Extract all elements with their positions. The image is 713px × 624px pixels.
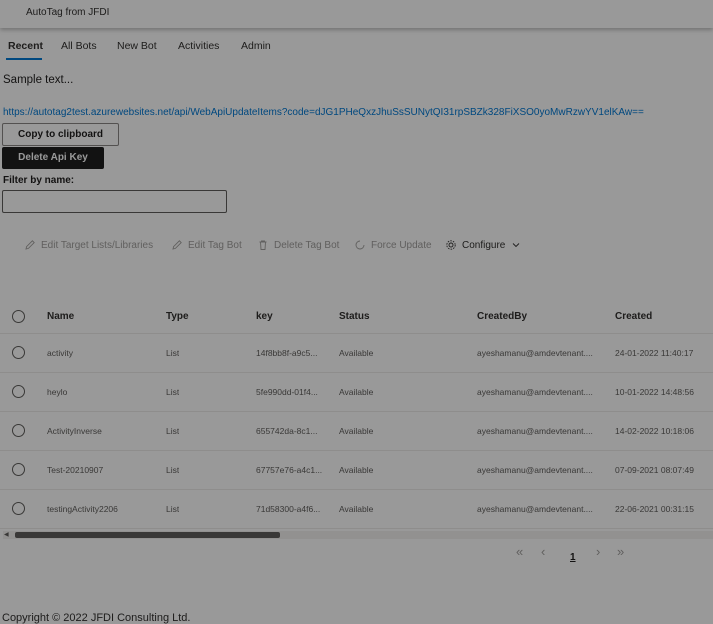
cell-status: Available [339,347,374,358]
column-header-name[interactable]: Name [47,300,74,333]
column-header-created[interactable]: Created [615,300,652,333]
page: AutoTag from JFDI Recent All Bots New Bo… [0,0,713,624]
cell-type: List [166,347,180,358]
cell-key: 14f8bb8f-a9c5... [256,347,318,358]
app-header: AutoTag from JFDI [0,0,713,28]
trash-icon [259,240,267,250]
edit-target-lists-label: Edit Target Lists/Libraries [41,239,154,251]
cell-status: Available [339,503,374,514]
gear-icon [446,240,456,250]
app-title: AutoTag from JFDI [26,7,110,18]
cell-name: testingActivity2206 [47,503,118,514]
edit-tag-bot-label: Edit Tag Bot [188,239,242,251]
column-header-createdby[interactable]: CreatedBy [477,300,527,333]
delete-tag-bot-label: Delete Tag Bot [274,239,340,251]
scroll-left-icon[interactable]: ◀ [4,531,9,538]
column-header-type[interactable]: Type [166,300,189,333]
row-select-radio[interactable] [12,501,25,515]
table-header-row: Name Type key Status CreatedBy Created [0,300,713,334]
tab-all-bots[interactable]: All Bots [61,40,97,52]
cell-type: List [166,464,180,475]
force-update-label: Force Update [371,239,432,251]
active-tab-indicator [6,58,42,60]
copy-to-clipboard-button[interactable]: Copy to clipboard [2,123,119,146]
footer-copyright: Copyright © 2022 JFDI Consulting Ltd. [2,612,191,624]
row-select-radio[interactable] [12,384,25,398]
last-page-button[interactable]: » [617,544,624,559]
configure-button[interactable]: Configure [445,235,522,255]
cell-createdby: ayeshamanu@amdevtenant.... [477,386,593,397]
force-update-button[interactable]: Force Update [354,235,432,255]
table-row[interactable]: Test-20210907 List 67757e76-a4c1... Availab… [0,450,713,490]
cell-key: 71d58300-a4f6... [256,503,321,514]
cell-type: List [166,386,180,397]
cell-created: 14-02-2022 10:18:06 [615,425,694,436]
cell-type: List [166,425,180,436]
pencil-icon [25,240,35,250]
edit-target-lists-button[interactable]: Edit Target Lists/Libraries [24,235,153,255]
pagination: « ‹ 1 › » [0,544,713,564]
sample-text: Sample text... [3,74,74,86]
cell-key: 67757e76-a4c1... [256,464,323,475]
delete-tag-bot-button[interactable]: Delete Tag Bot [257,235,339,255]
cell-key: 655742da-8c1... [256,425,318,436]
scrollbar-thumb[interactable] [15,532,280,538]
column-header-status[interactable]: Status [339,300,370,333]
table-row[interactable]: activity List 14f8bb8f-a9c5... Available aye… [0,333,713,373]
cell-key: 5fe990dd-01f4... [256,386,318,397]
tab-admin[interactable]: Admin [241,40,271,52]
cell-status: Available [339,425,374,436]
cell-createdby: ayeshamanu@amdevtenant.... [477,425,593,436]
filter-label: Filter by name: [3,175,75,186]
next-page-button[interactable]: › [596,544,600,559]
table-row[interactable]: testingActivity2206 List 71d58300-a4f6... A… [0,489,713,529]
cell-createdby: ayeshamanu@amdevtenant.... [477,503,593,514]
cell-name: Test-20210907 [47,464,104,475]
refresh-icon [355,240,365,250]
cell-createdby: ayeshamanu@amdevtenant.... [477,464,593,475]
column-header-key[interactable]: key [256,300,273,333]
configure-label: Configure [462,239,506,251]
cell-created: 22-06-2021 00:31:15 [615,503,694,514]
cell-created: 24-01-2022 11:40:17 [615,347,694,358]
row-select-radio[interactable] [12,345,25,359]
row-select-radio[interactable] [12,462,25,476]
cell-status: Available [339,464,374,475]
delete-api-key-button[interactable]: Delete Api Key [2,147,104,169]
cell-type: List [166,503,180,514]
page-number-1[interactable]: 1 [570,552,576,563]
cell-name: activity [47,347,73,358]
cell-status: Available [339,386,374,397]
first-page-button[interactable]: « [516,544,523,559]
cell-createdby: ayeshamanu@amdevtenant.... [477,347,593,358]
select-all-radio[interactable] [12,309,25,323]
prev-page-button[interactable]: ‹ [541,544,545,559]
table-row[interactable]: heylo List 5fe990dd-01f4... Available ayesha… [0,372,713,412]
row-select-radio[interactable] [12,423,25,437]
api-url[interactable]: https://autotag2test.azurewebsites.net/a… [3,107,644,118]
cell-created: 10-01-2022 14:48:56 [615,386,694,397]
chevron-down-icon [513,243,520,248]
filter-by-name-input[interactable] [2,190,227,213]
tab-new-bot[interactable]: New Bot [117,40,157,52]
cell-created: 07-09-2021 08:07:49 [615,464,694,475]
pencil-icon [172,240,182,250]
table-row[interactable]: ActivityInverse List 655742da-8c1... Availa… [0,411,713,451]
tab-activities[interactable]: Activities [178,40,219,52]
cell-name: heylo [47,386,68,397]
edit-tag-bot-button[interactable]: Edit Tag Bot [171,235,242,255]
cell-name: ActivityInverse [47,425,102,436]
tab-recent[interactable]: Recent [8,40,43,52]
